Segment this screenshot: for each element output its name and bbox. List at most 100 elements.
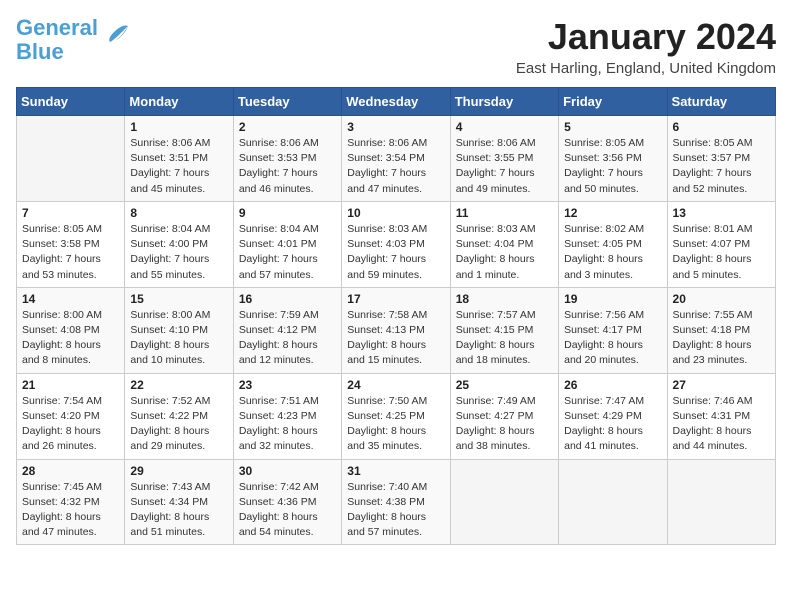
table-row: 3 Sunrise: 8:06 AMSunset: 3:54 PMDayligh… bbox=[342, 116, 450, 202]
day-number: 7 bbox=[22, 206, 119, 220]
day-number: 19 bbox=[564, 292, 661, 306]
location: East Harling, England, United Kingdom bbox=[516, 60, 776, 77]
table-row: 12 Sunrise: 8:02 AMSunset: 4:05 PMDaylig… bbox=[559, 201, 667, 287]
table-row: 17 Sunrise: 7:58 AMSunset: 4:13 PMDaylig… bbox=[342, 287, 450, 373]
calendar-week-row: 1 Sunrise: 8:06 AMSunset: 3:51 PMDayligh… bbox=[17, 116, 776, 202]
header: GeneralBlue January 2024 East Harling, E… bbox=[16, 16, 776, 77]
day-info: Sunrise: 8:03 AMSunset: 4:03 PMDaylight:… bbox=[347, 222, 444, 283]
day-number: 4 bbox=[456, 120, 553, 134]
day-number: 15 bbox=[130, 292, 227, 306]
table-row: 31 Sunrise: 7:40 AMSunset: 4:38 PMDaylig… bbox=[342, 459, 450, 545]
day-info: Sunrise: 8:03 AMSunset: 4:04 PMDaylight:… bbox=[456, 222, 553, 283]
calendar-table: Sunday Monday Tuesday Wednesday Thursday… bbox=[16, 87, 776, 545]
day-number: 1 bbox=[130, 120, 227, 134]
table-row: 26 Sunrise: 7:47 AMSunset: 4:29 PMDaylig… bbox=[559, 373, 667, 459]
calendar-week-row: 7 Sunrise: 8:05 AMSunset: 3:58 PMDayligh… bbox=[17, 201, 776, 287]
day-info: Sunrise: 7:40 AMSunset: 4:38 PMDaylight:… bbox=[347, 480, 444, 541]
day-number: 14 bbox=[22, 292, 119, 306]
day-number: 10 bbox=[347, 206, 444, 220]
table-row: 15 Sunrise: 8:00 AMSunset: 4:10 PMDaylig… bbox=[125, 287, 233, 373]
day-number: 26 bbox=[564, 378, 661, 392]
page-container: GeneralBlue January 2024 East Harling, E… bbox=[16, 16, 776, 545]
day-info: Sunrise: 7:54 AMSunset: 4:20 PMDaylight:… bbox=[22, 394, 119, 455]
day-info: Sunrise: 7:51 AMSunset: 4:23 PMDaylight:… bbox=[239, 394, 336, 455]
calendar-week-row: 28 Sunrise: 7:45 AMSunset: 4:32 PMDaylig… bbox=[17, 459, 776, 545]
logo-text: GeneralBlue bbox=[16, 16, 98, 64]
day-number: 25 bbox=[456, 378, 553, 392]
table-row: 28 Sunrise: 7:45 AMSunset: 4:32 PMDaylig… bbox=[17, 459, 125, 545]
table-row bbox=[17, 116, 125, 202]
table-row: 4 Sunrise: 8:06 AMSunset: 3:55 PMDayligh… bbox=[450, 116, 558, 202]
logo: GeneralBlue bbox=[16, 16, 132, 64]
calendar-week-row: 14 Sunrise: 8:00 AMSunset: 4:08 PMDaylig… bbox=[17, 287, 776, 373]
day-info: Sunrise: 7:49 AMSunset: 4:27 PMDaylight:… bbox=[456, 394, 553, 455]
day-number: 23 bbox=[239, 378, 336, 392]
day-number: 20 bbox=[673, 292, 770, 306]
table-row: 16 Sunrise: 7:59 AMSunset: 4:12 PMDaylig… bbox=[233, 287, 341, 373]
day-info: Sunrise: 7:42 AMSunset: 4:36 PMDaylight:… bbox=[239, 480, 336, 541]
logo-bird-icon bbox=[100, 22, 132, 50]
day-info: Sunrise: 8:06 AMSunset: 3:55 PMDaylight:… bbox=[456, 136, 553, 197]
table-row: 7 Sunrise: 8:05 AMSunset: 3:58 PMDayligh… bbox=[17, 201, 125, 287]
table-row bbox=[450, 459, 558, 545]
day-number: 18 bbox=[456, 292, 553, 306]
table-row: 23 Sunrise: 7:51 AMSunset: 4:23 PMDaylig… bbox=[233, 373, 341, 459]
table-row: 11 Sunrise: 8:03 AMSunset: 4:04 PMDaylig… bbox=[450, 201, 558, 287]
day-info: Sunrise: 8:05 AMSunset: 3:58 PMDaylight:… bbox=[22, 222, 119, 283]
day-number: 31 bbox=[347, 464, 444, 478]
day-number: 30 bbox=[239, 464, 336, 478]
col-monday: Monday bbox=[125, 88, 233, 116]
col-sunday: Sunday bbox=[17, 88, 125, 116]
day-info: Sunrise: 8:00 AMSunset: 4:08 PMDaylight:… bbox=[22, 308, 119, 369]
table-row: 27 Sunrise: 7:46 AMSunset: 4:31 PMDaylig… bbox=[667, 373, 775, 459]
col-friday: Friday bbox=[559, 88, 667, 116]
table-row: 13 Sunrise: 8:01 AMSunset: 4:07 PMDaylig… bbox=[667, 201, 775, 287]
calendar-header-row: Sunday Monday Tuesday Wednesday Thursday… bbox=[17, 88, 776, 116]
table-row: 19 Sunrise: 7:56 AMSunset: 4:17 PMDaylig… bbox=[559, 287, 667, 373]
month-title: January 2024 bbox=[516, 16, 776, 58]
col-tuesday: Tuesday bbox=[233, 88, 341, 116]
day-number: 21 bbox=[22, 378, 119, 392]
day-number: 12 bbox=[564, 206, 661, 220]
table-row: 14 Sunrise: 8:00 AMSunset: 4:08 PMDaylig… bbox=[17, 287, 125, 373]
table-row: 21 Sunrise: 7:54 AMSunset: 4:20 PMDaylig… bbox=[17, 373, 125, 459]
day-number: 3 bbox=[347, 120, 444, 134]
day-info: Sunrise: 7:57 AMSunset: 4:15 PMDaylight:… bbox=[456, 308, 553, 369]
day-info: Sunrise: 8:05 AMSunset: 3:57 PMDaylight:… bbox=[673, 136, 770, 197]
day-info: Sunrise: 8:02 AMSunset: 4:05 PMDaylight:… bbox=[564, 222, 661, 283]
day-info: Sunrise: 7:59 AMSunset: 4:12 PMDaylight:… bbox=[239, 308, 336, 369]
day-info: Sunrise: 8:05 AMSunset: 3:56 PMDaylight:… bbox=[564, 136, 661, 197]
table-row: 22 Sunrise: 7:52 AMSunset: 4:22 PMDaylig… bbox=[125, 373, 233, 459]
day-number: 11 bbox=[456, 206, 553, 220]
table-row: 9 Sunrise: 8:04 AMSunset: 4:01 PMDayligh… bbox=[233, 201, 341, 287]
table-row bbox=[667, 459, 775, 545]
table-row: 24 Sunrise: 7:50 AMSunset: 4:25 PMDaylig… bbox=[342, 373, 450, 459]
table-row: 2 Sunrise: 8:06 AMSunset: 3:53 PMDayligh… bbox=[233, 116, 341, 202]
day-number: 5 bbox=[564, 120, 661, 134]
col-thursday: Thursday bbox=[450, 88, 558, 116]
day-info: Sunrise: 7:55 AMSunset: 4:18 PMDaylight:… bbox=[673, 308, 770, 369]
calendar-week-row: 21 Sunrise: 7:54 AMSunset: 4:20 PMDaylig… bbox=[17, 373, 776, 459]
day-number: 8 bbox=[130, 206, 227, 220]
day-info: Sunrise: 7:56 AMSunset: 4:17 PMDaylight:… bbox=[564, 308, 661, 369]
day-number: 2 bbox=[239, 120, 336, 134]
table-row: 6 Sunrise: 8:05 AMSunset: 3:57 PMDayligh… bbox=[667, 116, 775, 202]
day-info: Sunrise: 8:06 AMSunset: 3:51 PMDaylight:… bbox=[130, 136, 227, 197]
day-info: Sunrise: 7:52 AMSunset: 4:22 PMDaylight:… bbox=[130, 394, 227, 455]
table-row bbox=[559, 459, 667, 545]
day-info: Sunrise: 8:04 AMSunset: 4:00 PMDaylight:… bbox=[130, 222, 227, 283]
day-info: Sunrise: 8:06 AMSunset: 3:54 PMDaylight:… bbox=[347, 136, 444, 197]
day-number: 22 bbox=[130, 378, 227, 392]
day-info: Sunrise: 7:50 AMSunset: 4:25 PMDaylight:… bbox=[347, 394, 444, 455]
day-info: Sunrise: 8:00 AMSunset: 4:10 PMDaylight:… bbox=[130, 308, 227, 369]
table-row: 10 Sunrise: 8:03 AMSunset: 4:03 PMDaylig… bbox=[342, 201, 450, 287]
table-row: 8 Sunrise: 8:04 AMSunset: 4:00 PMDayligh… bbox=[125, 201, 233, 287]
col-saturday: Saturday bbox=[667, 88, 775, 116]
day-number: 9 bbox=[239, 206, 336, 220]
day-info: Sunrise: 8:06 AMSunset: 3:53 PMDaylight:… bbox=[239, 136, 336, 197]
day-number: 27 bbox=[673, 378, 770, 392]
day-info: Sunrise: 7:45 AMSunset: 4:32 PMDaylight:… bbox=[22, 480, 119, 541]
day-number: 17 bbox=[347, 292, 444, 306]
col-wednesday: Wednesday bbox=[342, 88, 450, 116]
day-info: Sunrise: 7:47 AMSunset: 4:29 PMDaylight:… bbox=[564, 394, 661, 455]
